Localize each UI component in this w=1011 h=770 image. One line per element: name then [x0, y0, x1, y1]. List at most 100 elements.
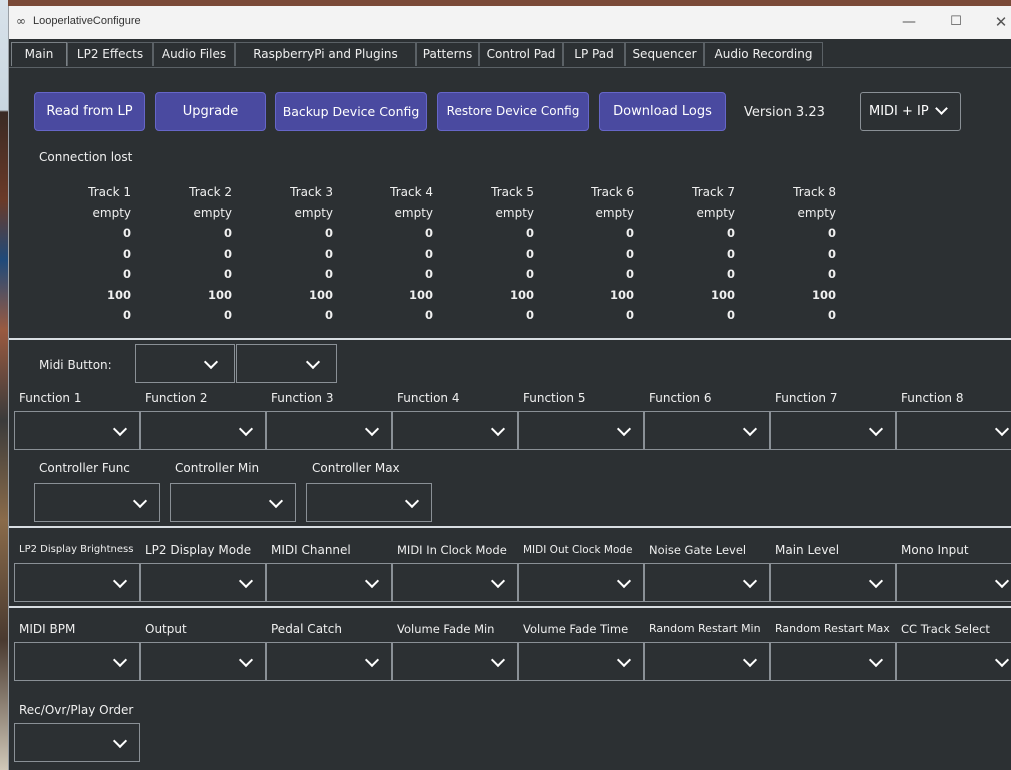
function-2-select[interactable] — [140, 411, 266, 450]
tab-divider — [9, 67, 1011, 68]
lp2-display-mode-select[interactable] — [140, 563, 266, 602]
track-value: 0 — [223, 226, 232, 240]
main-level-select[interactable] — [770, 563, 896, 602]
chevron-down-icon — [616, 573, 632, 589]
midi-channel-select[interactable] — [266, 563, 392, 602]
midi-button-select-2[interactable] — [236, 344, 337, 383]
chevron-down-icon — [994, 573, 1010, 589]
track-value: 0 — [223, 246, 232, 261]
controller-min-label: Controller Min — [175, 461, 260, 475]
minimize-icon[interactable]: — — [889, 10, 929, 34]
track-column: Track 4 empty 0 0 0 100 0 — [373, 182, 433, 326]
chevron-down-icon — [868, 652, 884, 668]
pedal-catch-select[interactable] — [266, 642, 392, 681]
track-value: 0 — [827, 267, 836, 281]
cc-track-select-select[interactable] — [896, 642, 1011, 681]
midi-button-label: Midi Button: — [39, 358, 112, 372]
track-value: 0 — [424, 308, 433, 322]
tab-control-pad[interactable]: Control Pad — [479, 42, 563, 66]
chevron-down-icon — [112, 421, 128, 437]
track-value: 100 — [408, 287, 433, 302]
track-value: 0 — [223, 308, 232, 322]
track-value: 0 — [625, 246, 634, 261]
midi-button-select-1[interactable] — [135, 344, 235, 383]
function-3-select[interactable] — [266, 411, 392, 450]
midi-bpm-select[interactable] — [14, 642, 140, 681]
chevron-down-icon — [616, 652, 632, 668]
track-column: Track 7 empty 0 0 0 100 0 — [675, 182, 735, 326]
chevron-down-icon — [268, 493, 284, 509]
function-8-select[interactable] — [896, 411, 1011, 450]
track-value: 100 — [207, 287, 232, 302]
track-value: 0 — [625, 308, 634, 322]
track-value: 0 — [726, 246, 735, 261]
track-name: Track 2 — [189, 185, 232, 199]
track-value: 100 — [308, 287, 333, 302]
chevron-down-icon — [616, 421, 632, 437]
rec-ovr-play-order-label: Rec/Ovr/Play Order — [19, 703, 134, 717]
controller-min-select[interactable] — [170, 483, 296, 522]
tab-patterns[interactable]: Patterns — [416, 42, 479, 66]
lp2-display-brightness-label: LP2 Display Brightness — [19, 544, 134, 555]
noise-gate-level-select[interactable] — [644, 563, 770, 602]
chevron-down-icon — [490, 652, 506, 668]
main-level-label: Main Level — [775, 543, 840, 557]
rec-ovr-play-order-select[interactable] — [14, 723, 140, 762]
function-7-label: Function 7 — [775, 391, 838, 405]
volume-fade-time-select[interactable] — [518, 642, 644, 681]
function-5-select[interactable] — [518, 411, 644, 450]
upgrade-button[interactable]: Upgrade — [155, 92, 266, 131]
close-icon[interactable]: ✕ — [981, 10, 1011, 34]
track-state: empty — [92, 205, 132, 220]
track-value: 0 — [424, 267, 433, 281]
mono-input-select[interactable] — [896, 563, 1011, 602]
random-restart-max-label: Random Restart Max — [775, 622, 890, 635]
midi-in-clock-mode-label: MIDI In Clock Mode — [397, 543, 507, 557]
volume-fade-min-select[interactable] — [392, 642, 518, 681]
tab-audio-recording[interactable]: Audio Recording — [704, 42, 823, 66]
track-value: 0 — [324, 267, 333, 281]
tab-lp2-effects[interactable]: LP2 Effects — [67, 42, 153, 66]
function-1-label: Function 1 — [19, 391, 82, 405]
midi-in-clock-mode-select[interactable] — [392, 563, 518, 602]
chevron-down-icon — [364, 652, 380, 668]
read-from-lp-button[interactable]: Read from LP — [34, 92, 145, 131]
track-value: 0 — [726, 308, 735, 322]
maximize-icon[interactable]: ☐ — [936, 10, 976, 34]
function-6-label: Function 6 — [649, 391, 712, 405]
track-value: 0 — [827, 226, 836, 240]
track-value: 100 — [509, 287, 534, 302]
track-value: 100 — [710, 287, 735, 302]
function-6-select[interactable] — [644, 411, 770, 450]
tab-main[interactable]: Main — [11, 42, 67, 66]
tab-audio-files[interactable]: Audio Files — [153, 42, 235, 66]
track-value: 100 — [106, 287, 131, 302]
track-column: Track 8 empty 0 0 0 100 0 — [776, 182, 836, 326]
function-4-select[interactable] — [392, 411, 518, 450]
section-divider — [9, 338, 1011, 340]
lp2-display-brightness-select[interactable] — [14, 563, 140, 602]
chevron-down-icon — [868, 573, 884, 589]
download-logs-button[interactable]: Download Logs — [599, 92, 726, 131]
tab-sequencer[interactable]: Sequencer — [625, 42, 704, 66]
function-8-label: Function 8 — [901, 391, 964, 405]
track-value: 0 — [324, 246, 333, 261]
output-select[interactable] — [140, 642, 266, 681]
random-restart-min-select[interactable] — [644, 642, 770, 681]
midi-out-clock-mode-select[interactable] — [518, 563, 644, 602]
chevron-down-icon — [238, 573, 254, 589]
chevron-down-icon — [490, 573, 506, 589]
controller-max-select[interactable] — [306, 483, 432, 522]
function-7-select[interactable] — [770, 411, 896, 450]
controller-func-select[interactable] — [34, 483, 160, 522]
connection-mode-select[interactable]: MIDI + IP — [860, 92, 961, 131]
random-restart-max-select[interactable] — [770, 642, 896, 681]
tab-raspberrypi-and-plugins[interactable]: RaspberryPi and Plugins — [235, 42, 416, 66]
track-value: 0 — [424, 226, 433, 240]
app-window: ∞ LooperlativeConfigure — ☐ ✕ Main LP2 E… — [8, 6, 1011, 770]
restore-device-config-button[interactable]: Restore Device Config — [437, 92, 589, 131]
track-value: 0 — [827, 246, 836, 261]
backup-device-config-button[interactable]: Backup Device Config — [275, 92, 427, 131]
tab-lp-pad[interactable]: LP Pad — [563, 42, 625, 66]
function-1-select[interactable] — [14, 411, 140, 450]
